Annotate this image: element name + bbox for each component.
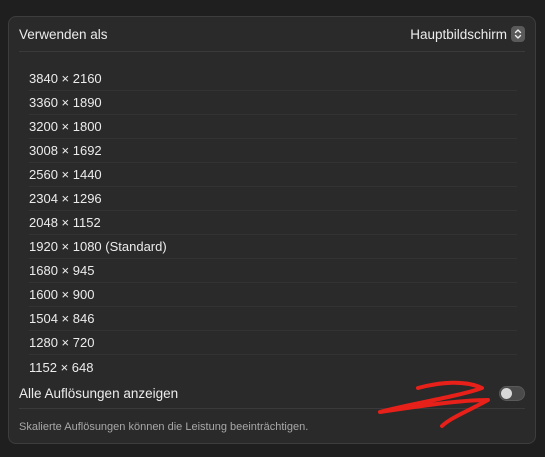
resolution-option[interactable]: 3840 × 2160 xyxy=(29,67,517,91)
use-as-label: Verwenden als xyxy=(19,26,108,42)
resolution-option[interactable]: 3200 × 1800 xyxy=(29,115,517,139)
resolution-option[interactable]: 3008 × 1692 xyxy=(29,139,517,163)
resolution-option[interactable]: 1600 × 900 xyxy=(29,283,517,307)
display-settings-panel: Verwenden als Hauptbildschirm 3840 × 216… xyxy=(8,16,536,444)
use-as-select-value: Hauptbildschirm xyxy=(410,26,507,42)
resolution-option[interactable]: 3360 × 1890 xyxy=(29,91,517,115)
use-as-select[interactable]: Hauptbildschirm xyxy=(410,26,525,42)
toggle-knob xyxy=(501,387,512,399)
resolution-option[interactable]: 1152 × 648 xyxy=(29,355,517,379)
scaling-note: Skalierte Auflösungen können die Leistun… xyxy=(19,421,309,433)
resolution-option[interactable]: 2560 × 1440 xyxy=(29,163,517,187)
show-all-resolutions-label: Alle Auflösungen anzeigen xyxy=(19,385,179,401)
resolution-option[interactable]: 1280 × 720 xyxy=(29,331,517,355)
resolution-option[interactable]: 2048 × 1152 xyxy=(29,211,517,235)
chevron-up-down-icon xyxy=(511,26,525,42)
use-as-row: Verwenden als Hauptbildschirm xyxy=(19,17,525,52)
show-all-resolutions-toggle[interactable] xyxy=(499,385,525,401)
resolution-option[interactable]: 2304 × 1296 xyxy=(29,187,517,211)
show-all-resolutions-row: Alle Auflösungen anzeigen xyxy=(19,378,525,409)
resolution-option[interactable]: 1920 × 1080 (Standard) xyxy=(29,235,517,259)
resolution-option[interactable]: 1680 × 945 xyxy=(29,259,517,283)
resolution-option[interactable]: 1504 × 846 xyxy=(29,307,517,331)
resolution-list: 3840 × 2160 3360 × 1890 3200 × 1800 3008… xyxy=(29,67,517,379)
